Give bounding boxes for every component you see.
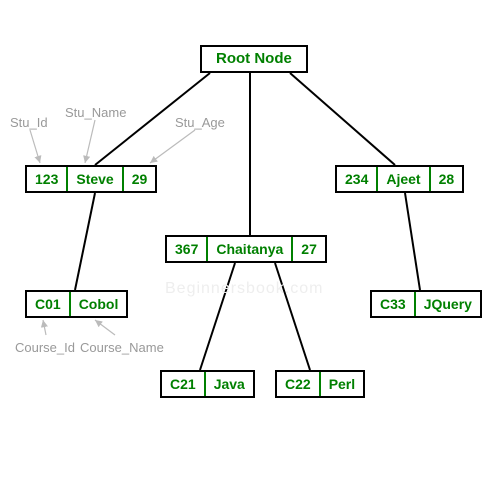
annot-stu-name: Stu_Name: [65, 105, 126, 120]
annot-stu-age: Stu_Age: [175, 115, 225, 130]
stu-id: 123: [27, 167, 68, 191]
stu-name: Steve: [68, 167, 123, 191]
root-label: Root Node: [202, 47, 306, 71]
annot-course-id: Course_Id: [15, 340, 75, 355]
course-node-jquery: C33 JQuery: [370, 290, 482, 318]
course-name: Perl: [321, 372, 363, 396]
student-node-steve: 123 Steve 29: [25, 165, 157, 193]
stu-name: Chaitanya: [208, 237, 293, 261]
course-id: C22: [277, 372, 321, 396]
stu-id: 367: [167, 237, 208, 261]
annot-course-name: Course_Name: [80, 340, 164, 355]
student-node-ajeet: 234 Ajeet 28: [335, 165, 464, 193]
course-id: C21: [162, 372, 206, 396]
course-name: Cobol: [71, 292, 127, 316]
watermark: Beginnersbook.com: [165, 280, 323, 298]
stu-age: 27: [293, 237, 325, 261]
annot-stu-id: Stu_Id: [10, 115, 48, 130]
course-node-java: C21 Java: [160, 370, 255, 398]
root-node: Root Node: [200, 45, 308, 73]
stu-id: 234: [337, 167, 378, 191]
course-node-cobol: C01 Cobol: [25, 290, 128, 318]
stu-name: Ajeet: [378, 167, 430, 191]
course-name: Java: [206, 372, 253, 396]
stu-age: 29: [124, 167, 156, 191]
course-id: C33: [372, 292, 416, 316]
course-name: JQuery: [416, 292, 480, 316]
course-node-perl: C22 Perl: [275, 370, 365, 398]
course-id: C01: [27, 292, 71, 316]
stu-age: 28: [431, 167, 463, 191]
student-node-chaitanya: 367 Chaitanya 27: [165, 235, 327, 263]
